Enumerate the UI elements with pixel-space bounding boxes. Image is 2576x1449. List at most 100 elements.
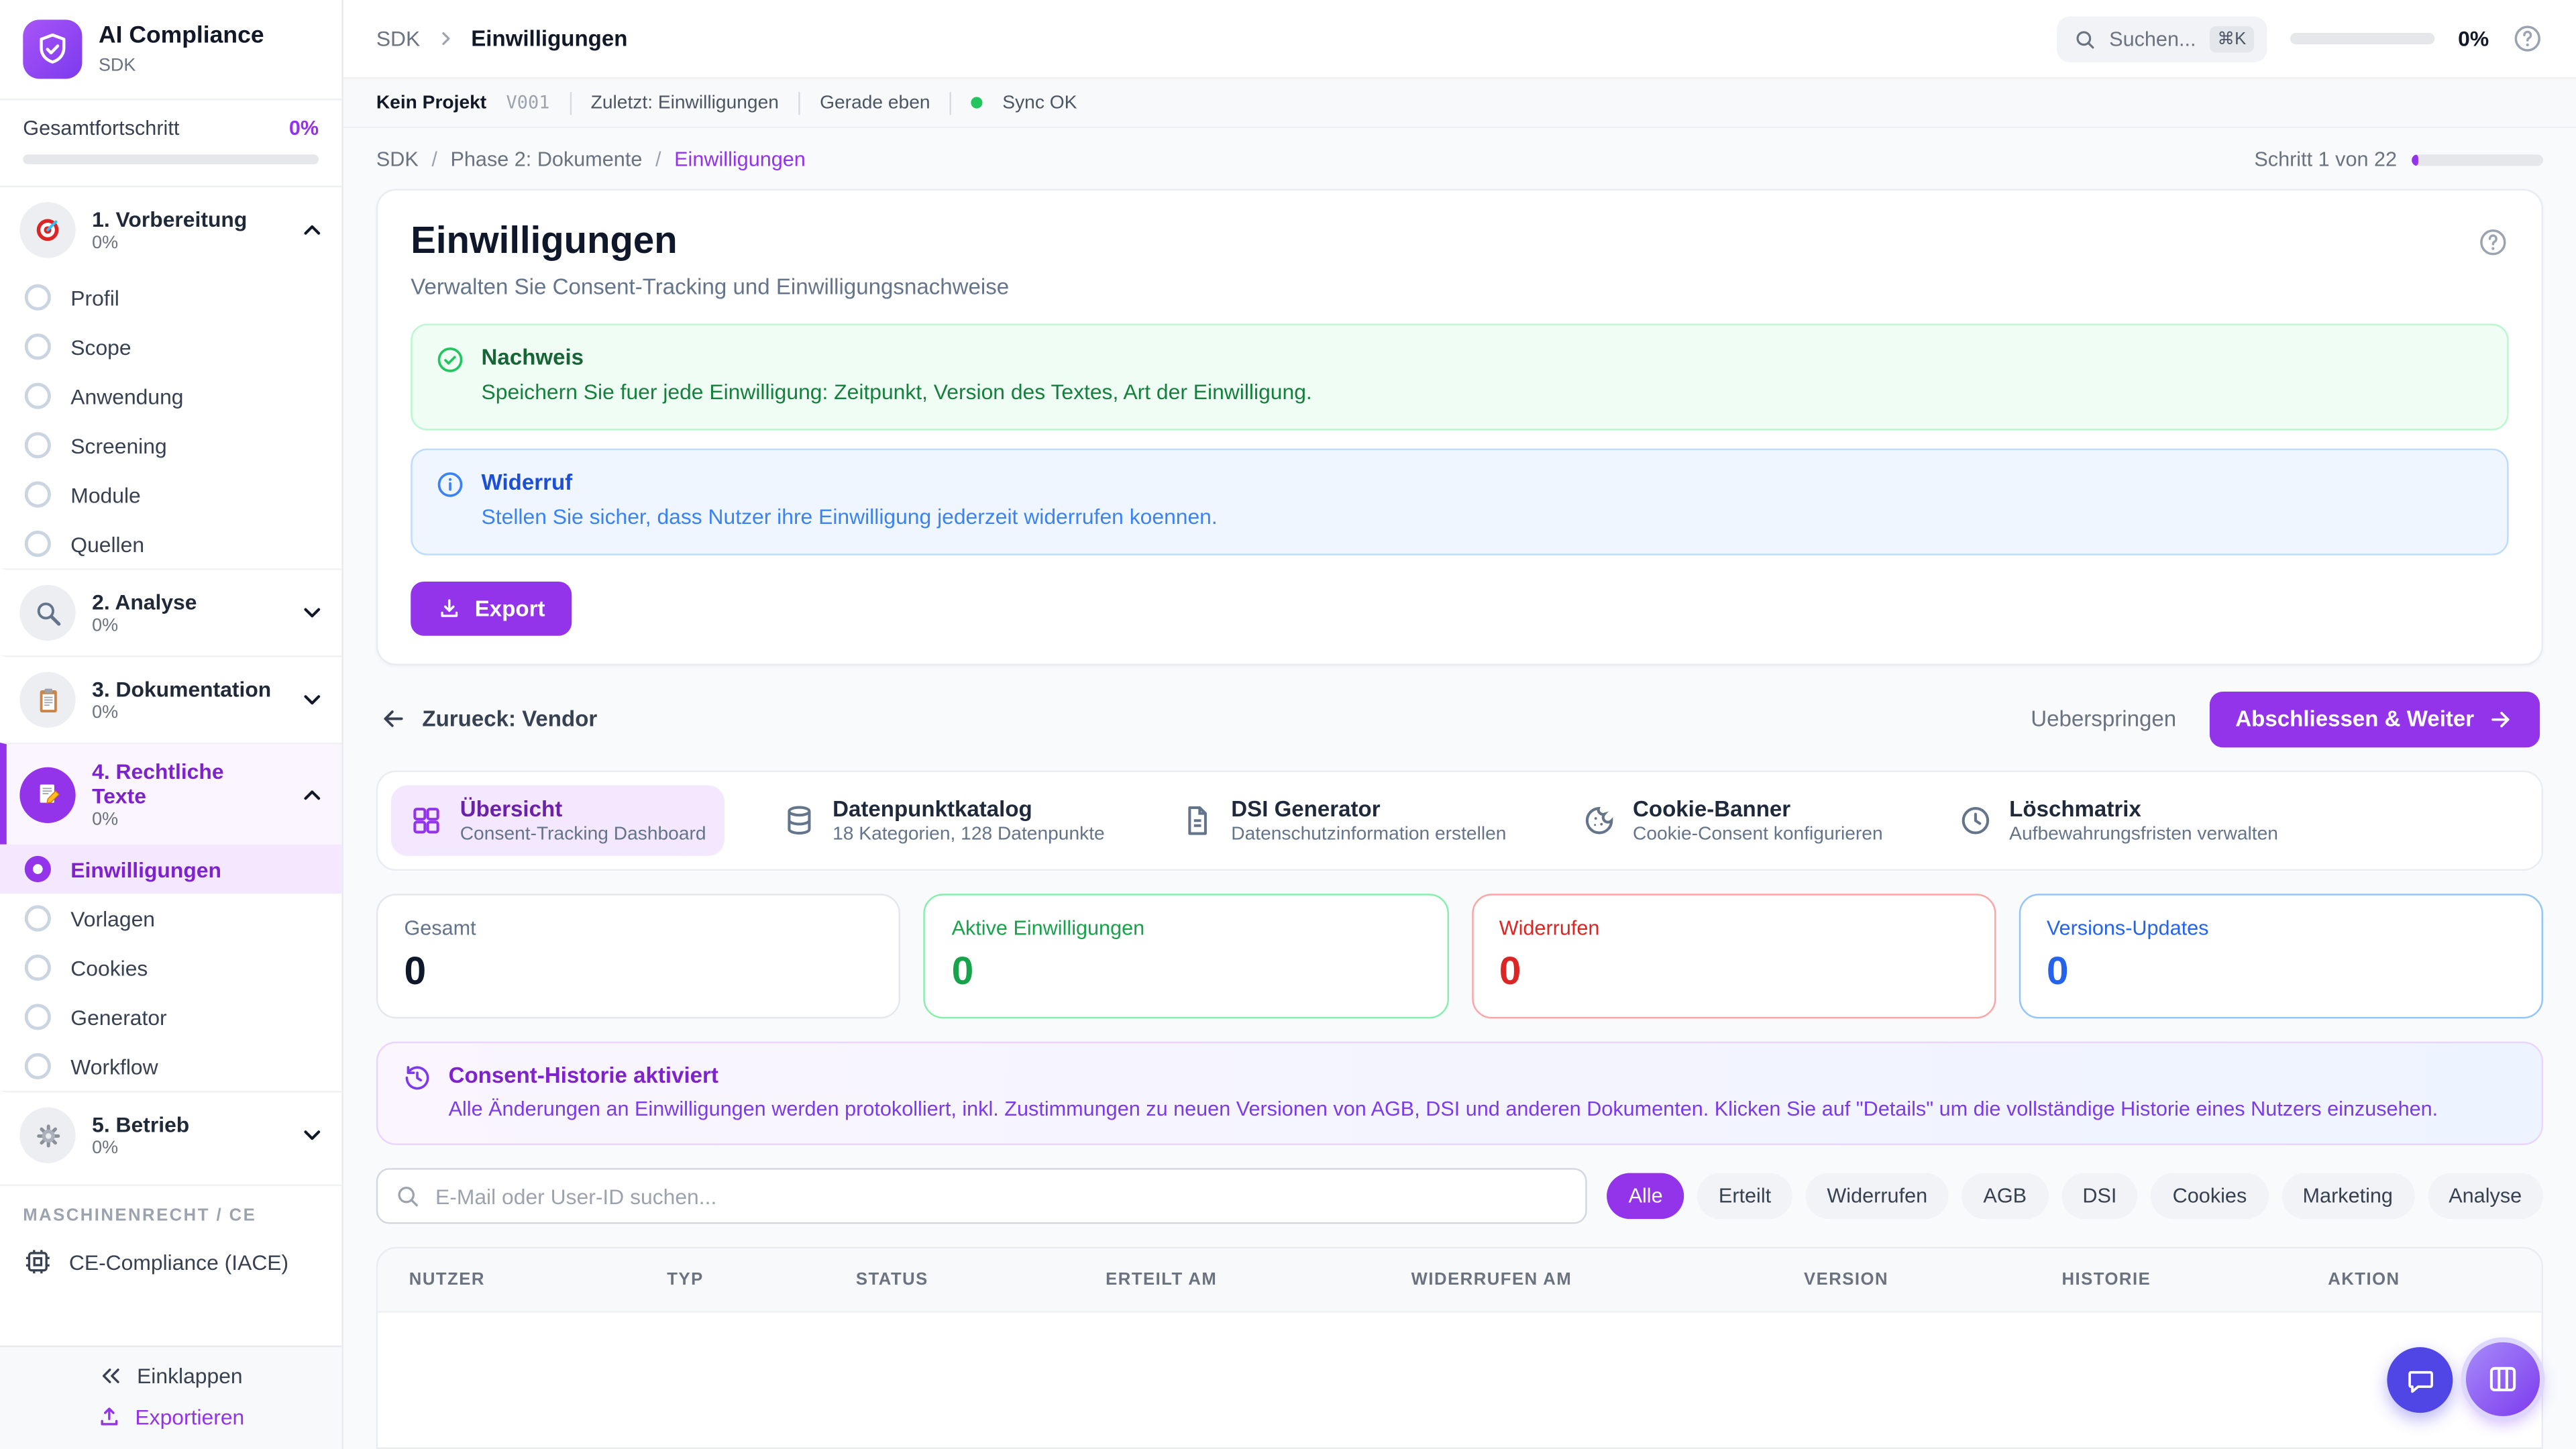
- overall-progress-label: Gesamtfortschritt: [23, 117, 179, 140]
- sidebar-item-screening[interactable]: Screening: [0, 421, 341, 470]
- chip-cookies[interactable]: Cookies: [2151, 1173, 2268, 1220]
- breadcrumb-phase[interactable]: Phase 2: Dokumente: [450, 148, 642, 170]
- column-header: TYP: [667, 1271, 856, 1290]
- help-icon[interactable]: [2512, 23, 2543, 54]
- sidebar-group-label: MASCHINENRECHT / CE: [0, 1185, 341, 1232]
- radio-circle-icon: [25, 905, 51, 931]
- breadcrumb-sdk[interactable]: SDK: [376, 148, 419, 170]
- sidebar-section-vorbereitung[interactable]: 1. Vorbereitung 0%: [0, 187, 341, 272]
- sync-status-label: Sync OK: [1002, 93, 1077, 112]
- chat-fab-button[interactable]: [2387, 1347, 2453, 1413]
- section-percent: 0%: [92, 1138, 189, 1158]
- info-circle-icon: [435, 470, 465, 533]
- breadcrumb: SDK Einwilligungen: [376, 26, 628, 51]
- sidebar-item-label: Einwilligungen: [70, 857, 221, 881]
- page-subtitle: Verwalten Sie Consent-Tracking und Einwi…: [411, 274, 2508, 299]
- sidebar-item-profil[interactable]: Profil: [0, 273, 341, 322]
- page-breadcrumb: SDK / Phase 2: Dokumente / Einwilligunge…: [376, 148, 2543, 170]
- tab-loeschmatrix[interactable]: Löschmatrix Aufbewahrungsfristen verwalte…: [1940, 785, 2296, 855]
- sidebar-item-module[interactable]: Module: [0, 470, 341, 519]
- chip-analyse[interactable]: Analyse: [2427, 1173, 2543, 1220]
- stat-aktive-einwilligungen: Aktive Einwilligungen 0: [924, 893, 1448, 1018]
- export-button[interactable]: Export: [411, 581, 571, 635]
- sidebar-item-label: Cookies: [70, 955, 148, 980]
- tab-subtitle: Consent-Tracking Dashboard: [460, 824, 706, 844]
- chevron-down-icon: [299, 600, 325, 626]
- breadcrumb-current: Einwilligungen: [674, 148, 806, 170]
- sidebar-item-ce-compliance[interactable]: CE-Compliance (IACE): [0, 1232, 341, 1291]
- tab-subtitle: Cookie-Consent konfigurieren: [1633, 824, 1883, 844]
- stat-value: 0: [404, 949, 873, 996]
- sidebar-item-einwilligungen[interactable]: Einwilligungen: [0, 845, 341, 894]
- columns-fab-button[interactable]: [2466, 1342, 2540, 1416]
- chevron-up-icon: [299, 781, 325, 807]
- chevron-up-icon: [299, 217, 325, 243]
- overall-progress-value: 0%: [289, 117, 319, 140]
- sidebar: AI Compliance SDK Gesamtfortschritt 0% 1…: [0, 0, 343, 1449]
- sidebar-item-anwendung[interactable]: Anwendung: [0, 371, 341, 420]
- back-button[interactable]: Zurueck: Vendor: [380, 705, 598, 733]
- finish-next-label: Abschliessen & Weiter: [2235, 707, 2474, 732]
- tab-uebersicht[interactable]: ÜbersichtConsent-Tracking Dashboard: [391, 785, 724, 855]
- user-search-input[interactable]: [376, 1169, 1588, 1224]
- skip-button[interactable]: Ueberspringen: [2031, 707, 2176, 732]
- tab-datenpunktkatalog[interactable]: Datenpunktkatalog18 Kategorien, 128 Date…: [763, 785, 1122, 855]
- sidebar-item-generator[interactable]: Generator: [0, 992, 341, 1041]
- tab-dsi-generator[interactable]: DSI GeneratorDatenschutzinformation erst…: [1162, 785, 1524, 855]
- breadcrumb-separator: /: [431, 148, 437, 170]
- sidebar-section-analyse[interactable]: 2. Analyse 0%: [0, 568, 341, 655]
- sidebar-item-quellen[interactable]: Quellen: [0, 519, 341, 568]
- page-content: SDK / Phase 2: Dokumente / Einwilligunge…: [343, 128, 2576, 1449]
- banner-text: Alle Änderungen an Einwilligungen werden…: [449, 1095, 2438, 1124]
- stat-value: 0: [2047, 949, 2516, 996]
- stat-label: Gesamt: [404, 916, 873, 939]
- chip-dsi[interactable]: DSI: [2061, 1173, 2139, 1220]
- breadcrumb-sdk[interactable]: SDK: [376, 26, 420, 51]
- chip-erteilt[interactable]: Erteilt: [1697, 1173, 1792, 1220]
- step-progress-bar: [2412, 154, 2543, 165]
- sidebar-section-betrieb[interactable]: 5. Betrieb 0%: [0, 1091, 341, 1178]
- success-note: Nachweis Speichern Sie fuer jede Einwill…: [411, 323, 2508, 430]
- chip-widerrufen[interactable]: Widerrufen: [1806, 1173, 1949, 1220]
- collapse-sidebar-button[interactable]: Einklappen: [99, 1364, 243, 1389]
- tab-subtitle: Aufbewahrungsfristen verwalten: [2009, 824, 2278, 844]
- finish-next-button[interactable]: Abschliessen & Weiter: [2209, 691, 2540, 747]
- column-header: WIDERRUFEN AM: [1411, 1271, 1804, 1290]
- sidebar-item-label: Screening: [70, 433, 166, 458]
- wizard-nav-row: Zurueck: Vendor Ueberspringen Abschliess…: [380, 691, 2540, 747]
- column-header: ERTEILT AM: [1106, 1271, 1411, 1290]
- sidebar-item-scope[interactable]: Scope: [0, 322, 341, 371]
- sidebar-item-workflow[interactable]: Workflow: [0, 1042, 341, 1091]
- tab-bar: ÜbersichtConsent-Tracking Dashboard Date…: [376, 770, 2543, 870]
- breadcrumb-current: Einwilligungen: [471, 26, 627, 51]
- shield-check-logo-icon: [23, 19, 82, 78]
- tab-cookie-banner[interactable]: Cookie-BannerCookie-Consent konfiguriere…: [1564, 785, 1900, 855]
- help-icon[interactable]: [2477, 227, 2509, 258]
- radio-circle-icon: [25, 383, 51, 409]
- radio-circle-icon: [25, 482, 51, 508]
- cookie-icon: [1582, 803, 1616, 837]
- stat-value: 0: [1499, 949, 1968, 996]
- radio-circle-icon: [25, 333, 51, 360]
- version-code: V001: [506, 92, 550, 113]
- stat-label: Versions-Updates: [2047, 916, 2516, 939]
- keyboard-shortcut-badge: ⌘K: [2209, 25, 2254, 52]
- consent-card: Einwilligungen Verwalten Sie Consent-Tra…: [376, 189, 2543, 665]
- export-sidebar-button[interactable]: Exportieren: [97, 1405, 244, 1430]
- sidebar-item-vorlagen[interactable]: Vorlagen: [0, 894, 341, 943]
- grid-icon: [409, 803, 443, 837]
- global-search-button[interactable]: Suchen... ⌘K: [2057, 15, 2267, 62]
- chevron-right-icon: [435, 28, 456, 50]
- columns-icon: [2485, 1362, 2520, 1396]
- chip-alle[interactable]: Alle: [1607, 1173, 1684, 1220]
- history-clock-icon: [402, 1063, 432, 1124]
- sidebar-section-dokumentation[interactable]: 3. Dokumentation 0%: [0, 655, 341, 743]
- chip-marketing[interactable]: Marketing: [2282, 1173, 2414, 1220]
- check-circle-icon: [435, 345, 465, 409]
- divider: [798, 91, 800, 114]
- sidebar-section-rechtliche-texte[interactable]: 4. Rechtliche Texte 0%: [0, 743, 341, 845]
- sidebar-item-cookies[interactable]: Cookies: [0, 943, 341, 992]
- chip-agb[interactable]: AGB: [1962, 1173, 2048, 1220]
- clipboard-icon: [19, 672, 75, 728]
- tab-title: Löschmatrix: [2009, 796, 2278, 821]
